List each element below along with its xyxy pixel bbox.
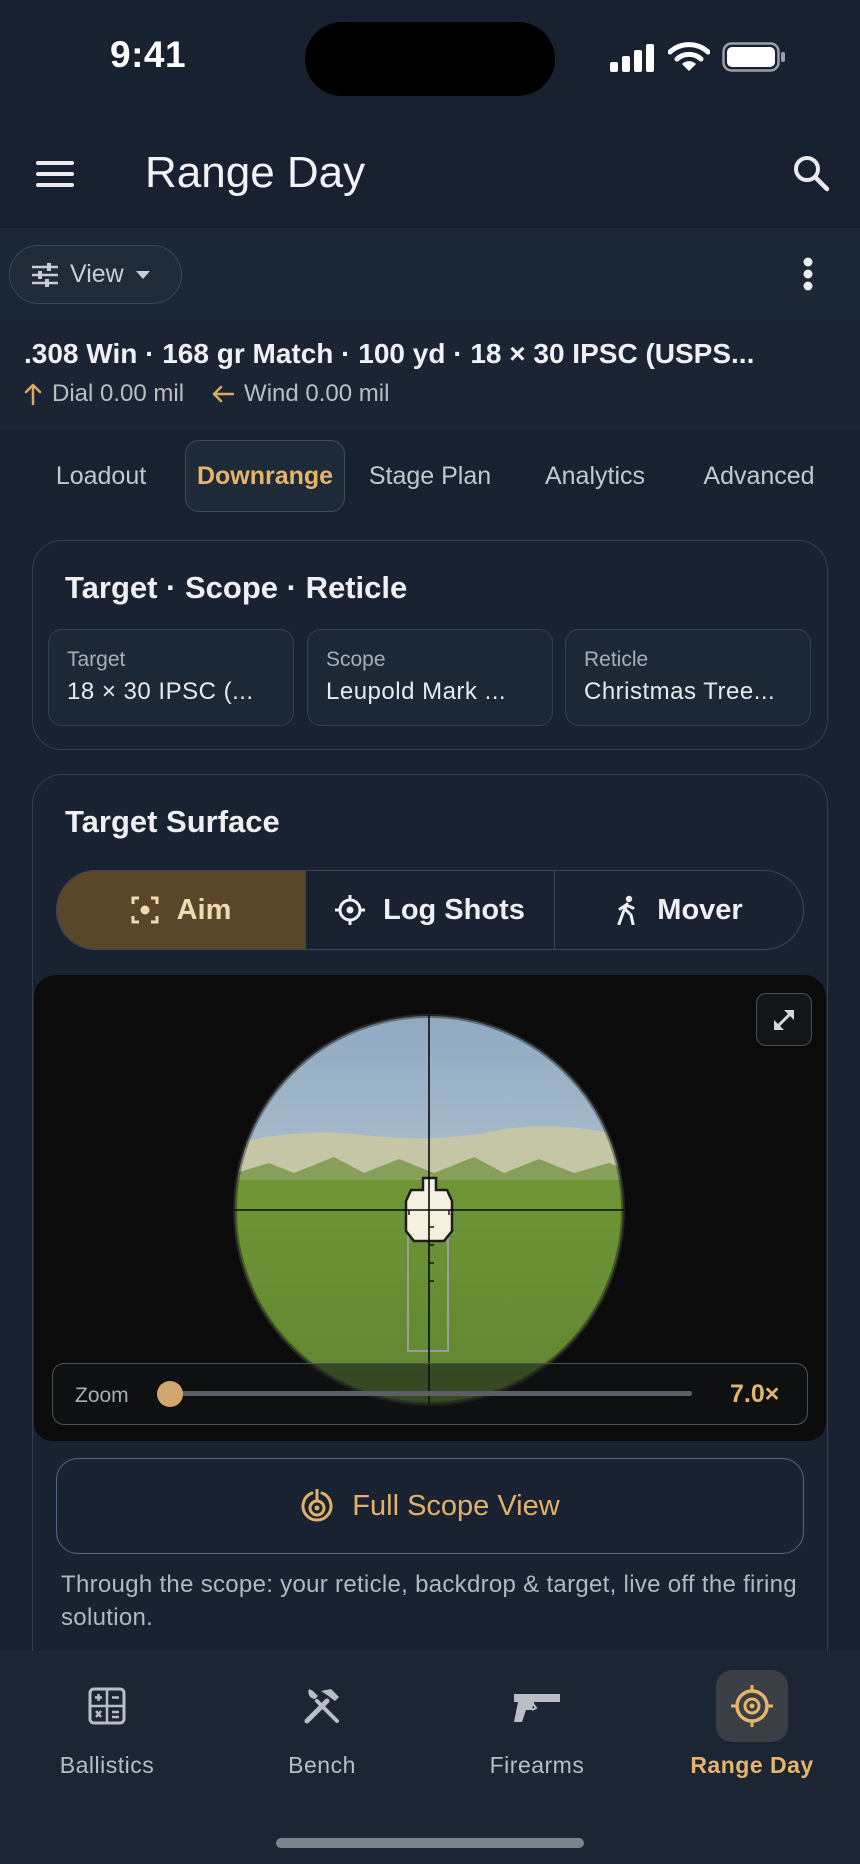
reticle-label: Reticle xyxy=(584,648,649,671)
nav-firearms-label: Firearms xyxy=(489,1752,585,1778)
app-bar xyxy=(0,115,860,230)
zoom-label: Zoom xyxy=(75,1384,129,1407)
nav-ballistics[interactable]: Ballistics xyxy=(7,1670,207,1780)
arrow-up-icon xyxy=(24,383,42,405)
mode-log-shots-label: Log Shots xyxy=(383,893,525,926)
menu-icon[interactable] xyxy=(36,160,76,190)
target-label: Target xyxy=(67,648,126,671)
firing-solution-summary xyxy=(0,319,860,431)
search-icon[interactable] xyxy=(792,154,830,192)
scope-target-icon xyxy=(300,1489,334,1523)
mode-aim-label: Aim xyxy=(176,893,232,926)
mode-log-shots-button[interactable]: Log Shots xyxy=(305,871,554,949)
caret-down-icon xyxy=(135,270,150,279)
scope-value: Leupold Mark ... xyxy=(326,678,507,705)
pistol-icon xyxy=(501,1670,573,1742)
scope-caption: Through the scope: your reticle, backdro… xyxy=(61,1571,797,1631)
wind-adjustment: Wind 0.00 mil xyxy=(212,380,389,408)
walking-person-icon xyxy=(615,895,639,925)
cellular-signal-icon xyxy=(610,44,656,72)
reticle-value: Christmas Tree... xyxy=(584,678,776,705)
battery-icon xyxy=(722,42,786,72)
calculator-icon xyxy=(71,1670,143,1742)
dynamic-island xyxy=(305,22,555,96)
sliders-icon xyxy=(32,262,58,287)
summary-adjustments: Dial 0.00 mil Wind 0.00 mil xyxy=(24,380,389,408)
zoom-slider-track[interactable] xyxy=(170,1391,692,1396)
scope-label: Scope xyxy=(326,648,386,671)
nav-bench-label: Bench xyxy=(288,1752,356,1778)
nav-bench[interactable]: Bench xyxy=(222,1670,422,1780)
summary-title: .308 Win · 168 gr Match · 100 yd · 18 × … xyxy=(24,338,755,369)
tab-loadout[interactable]: Loadout xyxy=(36,440,166,512)
dial-adjustment: Dial 0.00 mil xyxy=(24,380,184,408)
tab-stage-plan[interactable]: Stage Plan xyxy=(356,440,504,512)
mode-aim-button[interactable]: Aim xyxy=(57,871,305,949)
expand-arrows-icon xyxy=(770,1006,798,1034)
wind-value: Wind 0.00 mil xyxy=(244,380,390,407)
target-icon xyxy=(716,1670,788,1742)
tab-advanced[interactable]: Advanced xyxy=(690,440,828,512)
status-time: 9:41 xyxy=(110,34,187,75)
nav-firearms[interactable]: Firearms xyxy=(437,1670,637,1780)
more-vertical-icon[interactable] xyxy=(802,257,814,291)
mode-mover-button[interactable]: Mover xyxy=(554,871,803,949)
aim-focus-icon xyxy=(131,896,159,924)
full-scope-view-button[interactable]: Full Scope View xyxy=(56,1458,804,1554)
expand-button[interactable] xyxy=(756,993,812,1046)
zoom-value: 7.0× xyxy=(730,1380,780,1408)
scope-selector[interactable]: Scope Leupold Mark ... xyxy=(307,629,553,726)
mode-mover-label: Mover xyxy=(657,893,743,926)
tab-downrange[interactable]: Downrange xyxy=(185,440,345,512)
tab-analytics[interactable]: Analytics xyxy=(525,440,665,512)
arrow-left-icon xyxy=(212,385,235,403)
target-value: 18 × 30 IPSC (... xyxy=(67,678,254,705)
view-dropdown-button[interactable]: View xyxy=(9,245,182,304)
nav-range-day[interactable]: Range Day xyxy=(652,1670,852,1780)
page-title: Range Day xyxy=(145,148,366,197)
zoom-slider-thumb[interactable] xyxy=(157,1381,183,1407)
nav-ballistics-label: Ballistics xyxy=(59,1752,155,1778)
view-label: View xyxy=(70,260,124,288)
tsr-card-title: Target · Scope · Reticle xyxy=(65,570,408,605)
home-indicator xyxy=(276,1838,584,1848)
wifi-icon xyxy=(668,42,710,72)
nav-range-day-label: Range Day xyxy=(690,1752,814,1778)
surface-mode-selector: Aim Log Shots Mover xyxy=(56,870,804,950)
surface-card-title: Target Surface xyxy=(65,804,280,839)
tools-icon xyxy=(286,1670,358,1742)
reticle-selector[interactable]: Reticle Christmas Tree... xyxy=(565,629,811,726)
dial-value: Dial 0.00 mil xyxy=(52,380,185,407)
full-scope-view-label: Full Scope View xyxy=(352,1489,560,1522)
target-selector[interactable]: Target 18 × 30 IPSC (... xyxy=(48,629,294,726)
crosshair-icon xyxy=(335,895,366,925)
